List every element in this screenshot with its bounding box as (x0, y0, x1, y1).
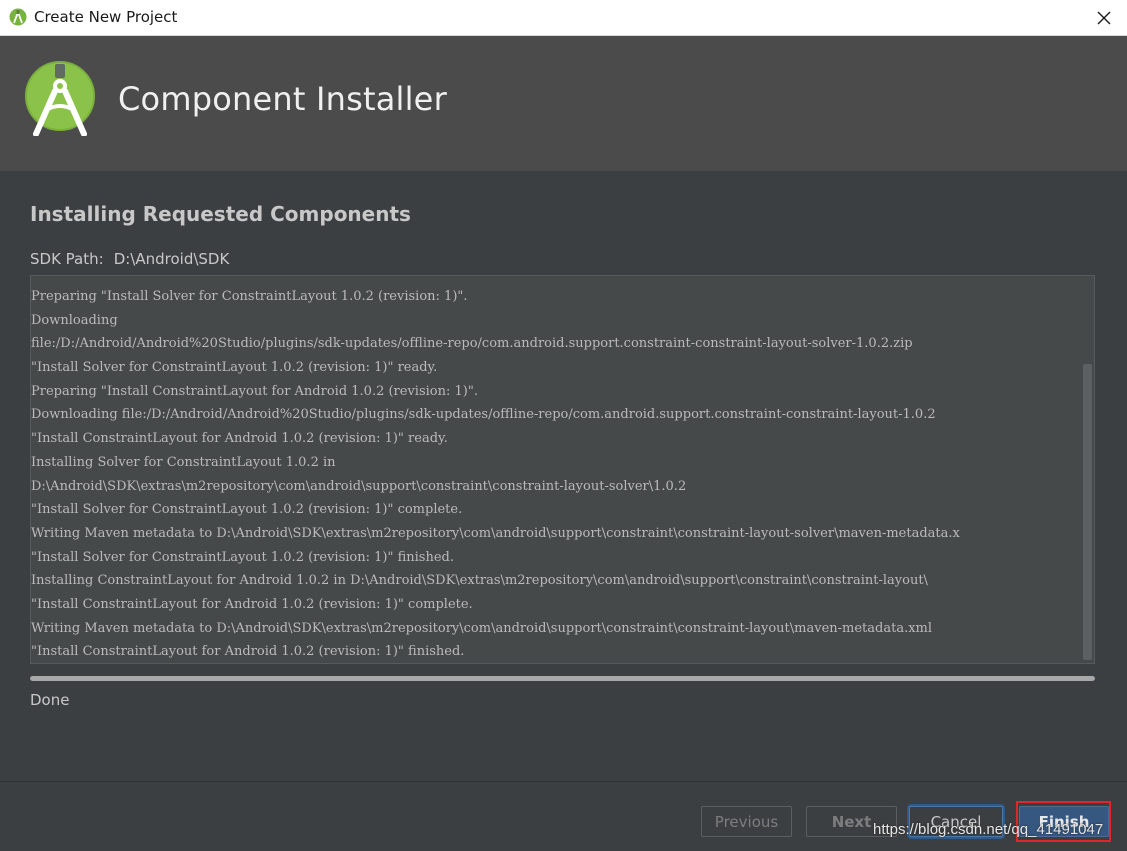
log-line: Installing Solver for ConstraintLayout 1… (31, 454, 336, 470)
section-title: Installing Requested Components (30, 202, 411, 226)
android-studio-icon (9, 8, 27, 26)
log-line: "Install ConstraintLayout for Android 1.… (31, 596, 473, 612)
log-scrollbar[interactable] (1083, 364, 1092, 660)
log-line: Downloading file:/D:/Android/Android%20S… (31, 407, 936, 423)
title-bar: Create New Project (0, 0, 1127, 36)
log-line: Preparing "Install ConstraintLayout for … (31, 383, 478, 399)
log-line: "Install Solver for ConstraintLayout 1.0… (31, 502, 463, 518)
android-studio-logo (25, 61, 95, 136)
log-line: "Install Solver for ConstraintLayout 1.0… (31, 360, 438, 376)
log-line: "Install ConstraintLayout for Android 1.… (31, 431, 448, 447)
log-line: Downloading (31, 312, 118, 328)
log-line: Writing Maven metadata to D:\Android\SDK… (31, 620, 933, 636)
log-line: file:/D:/Android/Android%20Studio/plugin… (31, 336, 913, 352)
close-button[interactable] (1081, 0, 1127, 36)
log-line: "Install ConstraintLayout for Android 1.… (31, 644, 465, 660)
log-line: D:\Android\SDK\extras\m2repository\com\a… (31, 478, 687, 494)
watermark: https://blog.csdn.net/qq_41491047 (873, 821, 1104, 838)
sdk-path-value: D:\Android\SDK (113, 250, 230, 268)
status-text: Done (30, 691, 70, 709)
log-line: "Install Solver for ConstraintLayout 1.0… (31, 549, 454, 565)
log-line: Writing Maven metadata to D:\Android\SDK… (31, 525, 960, 541)
close-icon (1097, 11, 1111, 25)
install-log[interactable]: Preparing "Install Solver for Constraint… (30, 275, 1095, 664)
log-line: Preparing "Install Solver for Constraint… (31, 289, 468, 304)
sdk-path-label: SDK Path: (30, 250, 104, 268)
install-progress-bar (30, 676, 1095, 681)
progress-fill (30, 676, 1095, 681)
sdk-path-row: SDK Path: D:\Android\SDK (30, 250, 229, 268)
previous-button[interactable]: Previous (701, 806, 792, 837)
wizard-footer: Previous Next Cancel Finish (0, 781, 1127, 851)
window-title: Create New Project (34, 8, 178, 26)
wizard-header: Component Installer (0, 36, 1127, 171)
log-line: Installing ConstraintLayout for Android … (31, 573, 928, 589)
log-lines: Preparing "Install Solver for Constraint… (31, 285, 1081, 663)
main-content: Installing Requested Components SDK Path… (0, 171, 1127, 781)
page-title: Component Installer (118, 80, 447, 118)
